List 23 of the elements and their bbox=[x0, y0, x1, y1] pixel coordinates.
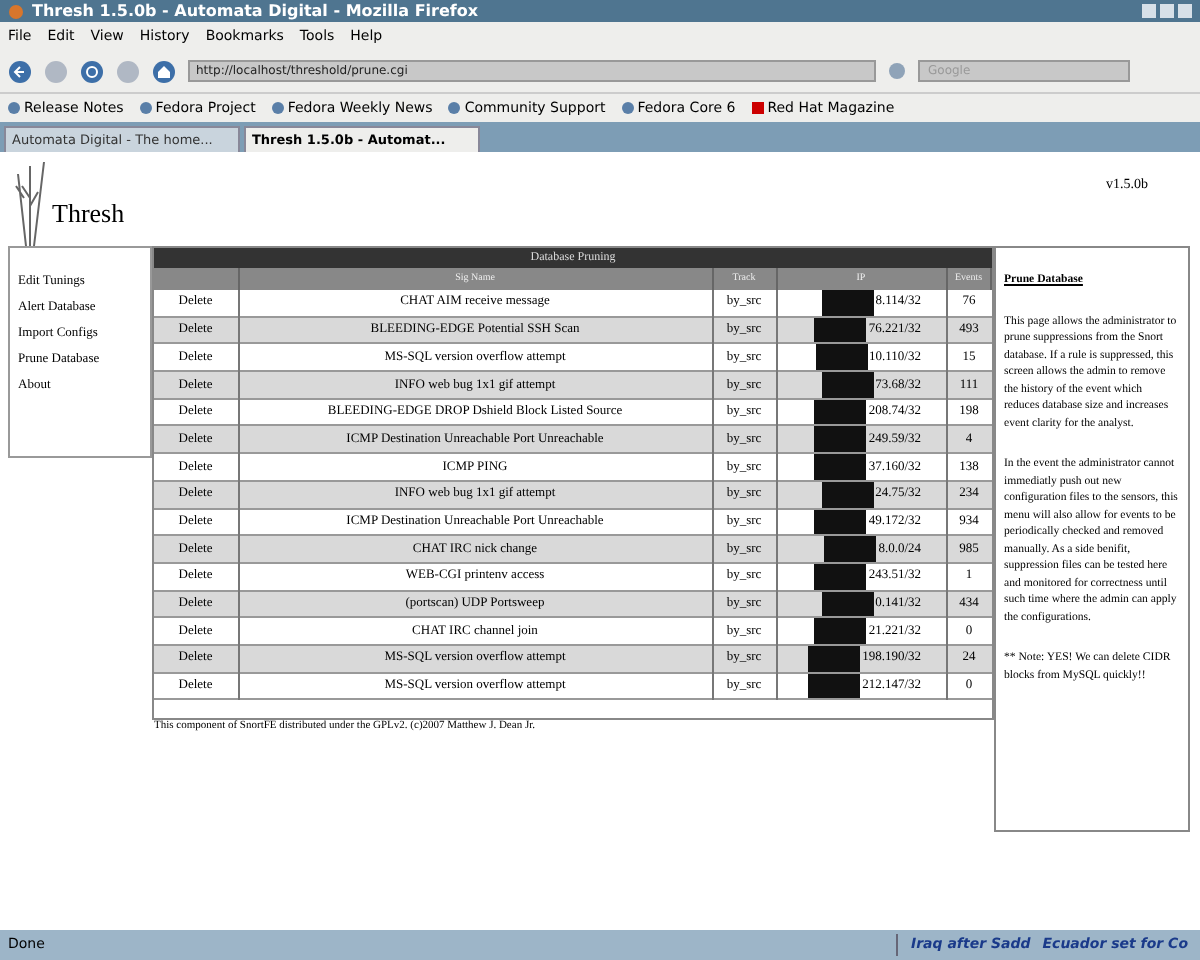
redaction-scribble bbox=[824, 536, 877, 562]
redaction-scribble bbox=[814, 454, 867, 480]
redaction-scribble bbox=[808, 673, 861, 699]
redaction-scribble bbox=[821, 372, 874, 398]
maximize-button[interactable] bbox=[1160, 4, 1174, 18]
back-icon[interactable] bbox=[8, 59, 32, 83]
redaction-scribble bbox=[814, 509, 867, 535]
close-button[interactable] bbox=[1178, 4, 1192, 18]
window-title: Thresh 1.5.0b - Automata Digital - Mozilla Firefox bbox=[32, 3, 479, 19]
redaction-scribble bbox=[808, 645, 861, 672]
redaction-scribble bbox=[821, 591, 874, 617]
site-logo: Thresh bbox=[52, 196, 125, 232]
redaction-scribble bbox=[814, 426, 867, 453]
redaction-scribble bbox=[814, 563, 867, 590]
redaction-scribble bbox=[814, 618, 867, 644]
redaction-scribble bbox=[814, 317, 867, 343]
redaction-scribble bbox=[815, 344, 868, 371]
reload-icon[interactable] bbox=[80, 59, 104, 83]
home-icon[interactable] bbox=[152, 59, 176, 83]
redaction-scribble bbox=[814, 399, 867, 425]
redaction-scribble bbox=[821, 481, 874, 507]
minimize-button[interactable] bbox=[1142, 4, 1156, 18]
redaction-scribble bbox=[821, 290, 874, 316]
